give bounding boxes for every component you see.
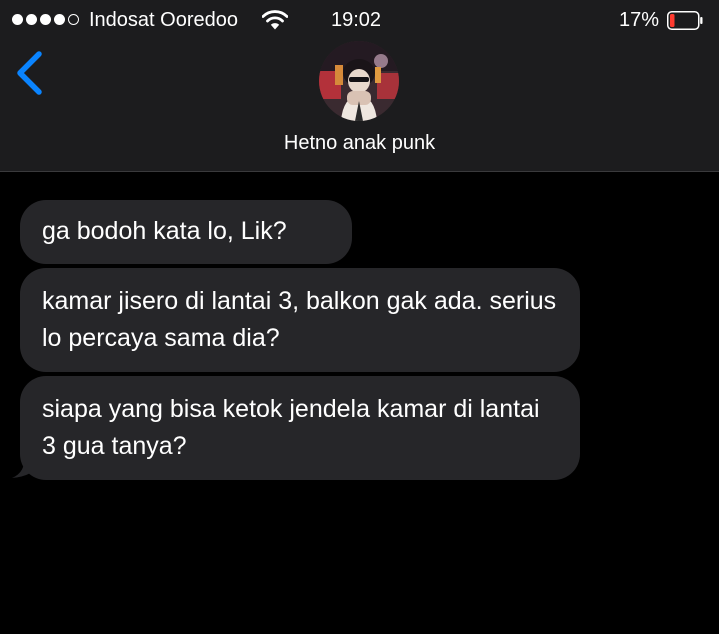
battery-percentage: 17% [619, 9, 660, 31]
contact-avatar[interactable] [319, 41, 399, 121]
bubble-tail [12, 444, 38, 478]
back-button[interactable] [12, 50, 52, 96]
incoming-message-bubble[interactable]: ga bodoh kata lo, Lik? [20, 200, 352, 264]
signal-dot [26, 14, 37, 25]
signal-dot [40, 14, 51, 25]
message-text: siapa yang bisa ketok jendela kamar di l… [42, 395, 540, 460]
signal-dot [54, 14, 65, 25]
battery-level-fill [670, 14, 675, 27]
incoming-message-bubble[interactable]: siapa yang bisa ketok jendela kamar di l… [20, 376, 580, 480]
contact-name[interactable]: Hetno anak punk [0, 131, 719, 155]
status-time: 19:02 [331, 9, 382, 31]
contact-photo [319, 41, 399, 121]
message-text: ga bodoh kata lo, Lik? [42, 217, 287, 245]
message-text: kamar jisero di lantai 3, balkon gak ada… [42, 287, 557, 352]
wifi-icon [262, 10, 288, 30]
cellular-signal-indicator [12, 14, 79, 25]
signal-dot-empty [68, 14, 79, 25]
chevron-left-icon [17, 51, 42, 95]
carrier-name: Indosat Ooredoo [89, 9, 238, 31]
conversation-header: Indosat Ooredoo 19:02 17% Hetno anak pun… [0, 0, 719, 172]
battery-icon [667, 11, 703, 30]
incoming-message-bubble[interactable]: kamar jisero di lantai 3, balkon gak ada… [20, 268, 580, 372]
chat-screen: Indosat Ooredoo 19:02 17% Hetno anak pun… [0, 0, 719, 634]
status-bar: Indosat Ooredoo 19:02 17% [0, 0, 719, 40]
signal-dot [12, 14, 23, 25]
